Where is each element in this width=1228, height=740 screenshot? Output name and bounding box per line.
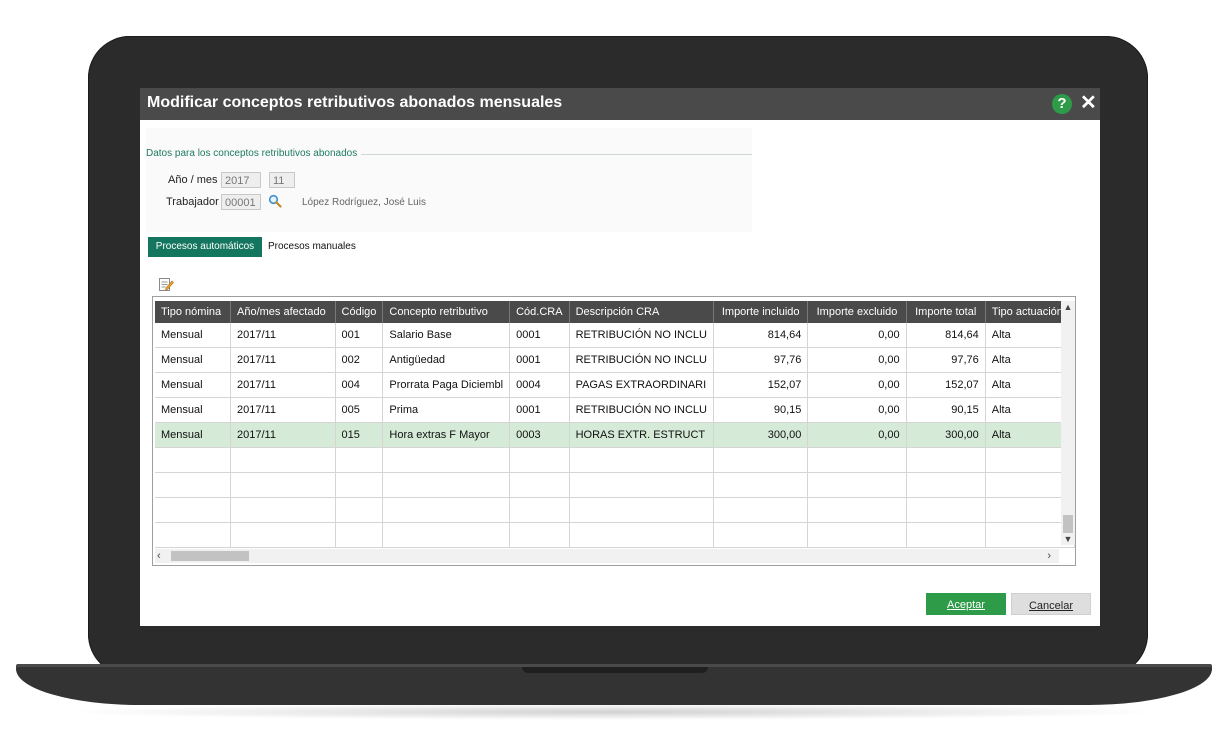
empty-row[interactable] [155, 447, 1076, 473]
tab-procesos-automaticos[interactable]: Procesos automáticos [148, 237, 262, 257]
table-cell: 2017/11 [230, 422, 336, 448]
empty-row[interactable] [155, 472, 1076, 498]
column-header[interactable]: Importe total [906, 301, 986, 323]
column-header[interactable]: Importe excluido [807, 301, 907, 323]
table-cell: Prorrata Paga Diciembl [382, 372, 511, 398]
tab-procesos-manuales[interactable]: Procesos manuales [268, 237, 356, 257]
table-cell: Mensual [155, 422, 232, 448]
scroll-left-icon[interactable]: ‹ [157, 549, 161, 563]
accept-button[interactable]: Aceptar [926, 593, 1006, 615]
table-cell: 0001 [509, 397, 570, 423]
table-cell: 152,07 [906, 372, 986, 398]
close-icon[interactable]: ✕ [1080, 92, 1097, 114]
table-cell: 0,00 [807, 323, 907, 348]
table-cell: 001 [335, 323, 384, 348]
table-cell: 002 [335, 347, 384, 373]
year-field[interactable]: 2017 [221, 172, 261, 188]
vertical-scroll-thumb[interactable] [1063, 515, 1073, 533]
table-cell: 90,15 [713, 397, 809, 423]
table-row[interactable]: Mensual 2017/11 001 Salario Base 0001 RE… [155, 323, 1076, 348]
column-header[interactable]: Concepto retributivo [382, 301, 511, 323]
table-cell: 814,64 [713, 323, 809, 348]
table-cell: Salario Base [382, 323, 511, 348]
cancel-button[interactable]: Cancelar [1011, 593, 1091, 615]
window-title: Modificar conceptos retributivos abonado… [147, 94, 563, 111]
table-cell: RETRIBUCIÓN NO INCLU [569, 323, 714, 348]
table-cell: 97,76 [906, 347, 986, 373]
dialog-window: Modificar conceptos retributivos abonado… [140, 88, 1100, 626]
month-field[interactable]: 11 [269, 172, 295, 188]
table-cell: PAGAS EXTRAORDINARI [569, 372, 714, 398]
table-cell: 005 [335, 397, 384, 423]
worker-name: López Rodríguez, José Luis [302, 197, 426, 208]
table-cell: RETRIBUCIÓN NO INCLU [569, 347, 714, 373]
table-header-row: Tipo nómina Año/mes afectado Código Conc… [155, 301, 1076, 323]
table-cell: Antigüedad [382, 347, 511, 373]
table-cell: 814,64 [906, 323, 986, 348]
worker-label: Trabajador [166, 196, 219, 208]
table-row[interactable]: Mensual 2017/11 005 Prima 0001 RETRIBUCI… [155, 397, 1076, 423]
table-cell: 300,00 [713, 422, 809, 448]
scroll-right-icon[interactable]: › [1047, 549, 1051, 563]
table-cell: RETRIBUCIÓN NO INCLU [569, 397, 714, 423]
table-cell: 2017/11 [230, 323, 336, 348]
edit-icon[interactable] [158, 276, 174, 292]
table-cell: 0,00 [807, 347, 907, 373]
column-header[interactable]: Código [335, 301, 384, 323]
empty-row[interactable] [155, 497, 1076, 523]
legend-divider [350, 154, 752, 155]
table-cell: 97,76 [713, 347, 809, 373]
scroll-down-icon[interactable]: ▼ [1061, 533, 1075, 545]
table-cell: 0003 [509, 422, 570, 448]
table-cell: Mensual [155, 347, 232, 373]
laptop-shadow [60, 704, 1168, 720]
table-cell: HORAS EXTR. ESTRUCT [569, 422, 714, 448]
table-cell: Mensual [155, 397, 232, 423]
column-header[interactable]: Año/mes afectado [230, 301, 336, 323]
year-month-label: Año / mes [168, 174, 218, 186]
column-header[interactable]: Tipo nómina [155, 301, 232, 323]
empty-row[interactable] [155, 522, 1076, 548]
table-cell: 152,07 [713, 372, 809, 398]
column-header[interactable]: Importe incluido [713, 301, 809, 323]
table-cell: 2017/11 [230, 347, 336, 373]
table-cell: 0001 [509, 323, 570, 348]
table-cell: Mensual [155, 323, 232, 348]
vertical-scrollbar[interactable]: ▲ ▼ [1061, 301, 1075, 545]
table-cell: 0,00 [807, 422, 907, 448]
concepts-grid[interactable]: Tipo nómina Año/mes afectado Código Conc… [152, 296, 1076, 566]
help-icon[interactable]: ? [1052, 94, 1072, 114]
table-row-selected[interactable]: Mensual 2017/11 015 Hora extras F Mayor … [155, 422, 1076, 448]
worker-code-field[interactable]: 00001 [221, 194, 261, 210]
title-bar: Modificar conceptos retributivos abonado… [140, 88, 1100, 120]
column-header[interactable]: Descripción CRA [569, 301, 714, 323]
laptop-notch [522, 667, 708, 673]
table-cell: 2017/11 [230, 397, 336, 423]
table-cell: Hora extras F Mayor [382, 422, 511, 448]
scroll-up-icon[interactable]: ▲ [1061, 301, 1075, 313]
table-row[interactable]: Mensual 2017/11 004 Prorrata Paga Diciem… [155, 372, 1076, 398]
panel-legend: Datos para los conceptos retributivos ab… [146, 148, 362, 159]
table-cell: Prima [382, 397, 511, 423]
table-cell: Mensual [155, 372, 232, 398]
table-cell: 300,00 [906, 422, 986, 448]
concepts-table: Tipo nómina Año/mes afectado Código Conc… [155, 301, 1076, 548]
table-cell: 015 [335, 422, 384, 448]
search-icon[interactable] [268, 194, 282, 208]
table-row[interactable]: Mensual 2017/11 002 Antigüedad 0001 RETR… [155, 347, 1076, 373]
table-cell: 0001 [509, 347, 570, 373]
horizontal-scroll-thumb[interactable] [171, 551, 249, 561]
table-cell: 0004 [509, 372, 570, 398]
column-header[interactable]: Cód.CRA [509, 301, 570, 323]
table-cell: 90,15 [906, 397, 986, 423]
table-cell: 004 [335, 372, 384, 398]
table-cell: 2017/11 [230, 372, 336, 398]
table-cell: 0,00 [807, 372, 907, 398]
table-cell: 0,00 [807, 397, 907, 423]
horizontal-scrollbar[interactable]: ‹ › [155, 549, 1059, 563]
